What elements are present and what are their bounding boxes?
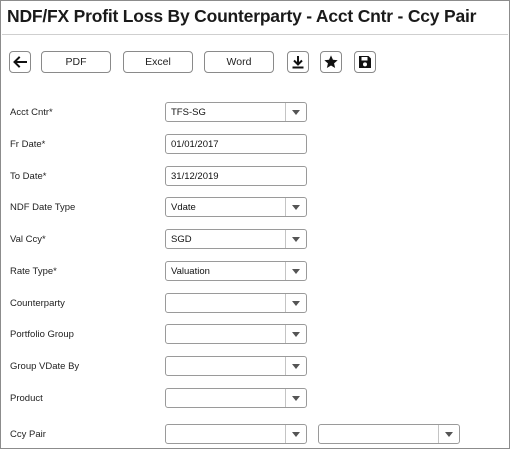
fr-date-label: Fr Date*	[10, 139, 46, 150]
to-date-input[interactable]: 31/12/2019	[165, 166, 307, 186]
star-icon	[324, 55, 338, 68]
product-select[interactable]	[165, 388, 307, 408]
left-arrow-icon	[13, 56, 27, 68]
page-title: NDF/FX Profit Loss By Counterparty - Acc…	[7, 6, 477, 26]
download-icon	[292, 56, 304, 69]
excel-button[interactable]: Excel	[123, 51, 193, 73]
save-button[interactable]	[354, 51, 376, 73]
rate-type-value: Valuation	[171, 266, 210, 277]
floppy-disk-icon	[359, 56, 371, 68]
chevron-down-icon[interactable]	[285, 262, 306, 280]
val-ccy-select[interactable]: SGD	[165, 229, 307, 249]
report-window: NDF/FX Profit Loss By Counterparty - Acc…	[0, 0, 510, 449]
chevron-down-icon[interactable]	[285, 230, 306, 248]
acct-cntr-label: Acct Cntr*	[10, 107, 53, 118]
val-ccy-label: Val Ccy*	[10, 234, 46, 245]
group-vdate-by-label: Group VDate By	[10, 361, 80, 372]
counterparty-label: Counterparty	[10, 298, 65, 309]
ndf-date-type-label: NDF Date Type	[10, 202, 76, 213]
to-date-value: 31/12/2019	[171, 171, 219, 182]
ndf-date-type-value: Vdate	[171, 202, 196, 213]
download-button[interactable]	[287, 51, 309, 73]
portfolio-group-select[interactable]	[165, 324, 307, 344]
ccy-pair-label: Ccy Pair	[10, 429, 46, 440]
acct-cntr-value: TFS-SG	[171, 107, 206, 118]
portfolio-group-label: Portfolio Group	[10, 329, 74, 340]
chevron-down-icon[interactable]	[285, 357, 306, 375]
fr-date-value: 01/01/2017	[171, 139, 219, 150]
counterparty-select[interactable]	[165, 293, 307, 313]
to-date-label: To Date*	[10, 171, 47, 182]
pdf-button[interactable]: PDF	[41, 51, 111, 73]
group-vdate-by-select[interactable]	[165, 356, 307, 376]
back-button[interactable]	[9, 51, 31, 73]
chevron-down-icon[interactable]	[285, 198, 306, 216]
chevron-down-icon[interactable]	[285, 389, 306, 407]
product-label: Product	[10, 393, 43, 404]
chevron-down-icon[interactable]	[438, 425, 459, 443]
chevron-down-icon[interactable]	[285, 294, 306, 312]
ccy-pair-select-1[interactable]	[165, 424, 307, 444]
ccy-pair-select-2[interactable]	[318, 424, 460, 444]
word-button[interactable]: Word	[204, 51, 274, 73]
chevron-down-icon[interactable]	[285, 103, 306, 121]
ndf-date-type-select[interactable]: Vdate	[165, 197, 307, 217]
rate-type-select[interactable]: Valuation	[165, 261, 307, 281]
title-divider	[2, 34, 508, 35]
acct-cntr-select[interactable]: TFS-SG	[165, 102, 307, 122]
fr-date-input[interactable]: 01/01/2017	[165, 134, 307, 154]
chevron-down-icon[interactable]	[285, 425, 306, 443]
val-ccy-value: SGD	[171, 234, 192, 245]
chevron-down-icon[interactable]	[285, 325, 306, 343]
favorite-button[interactable]	[320, 51, 342, 73]
rate-type-label: Rate Type*	[10, 266, 57, 277]
